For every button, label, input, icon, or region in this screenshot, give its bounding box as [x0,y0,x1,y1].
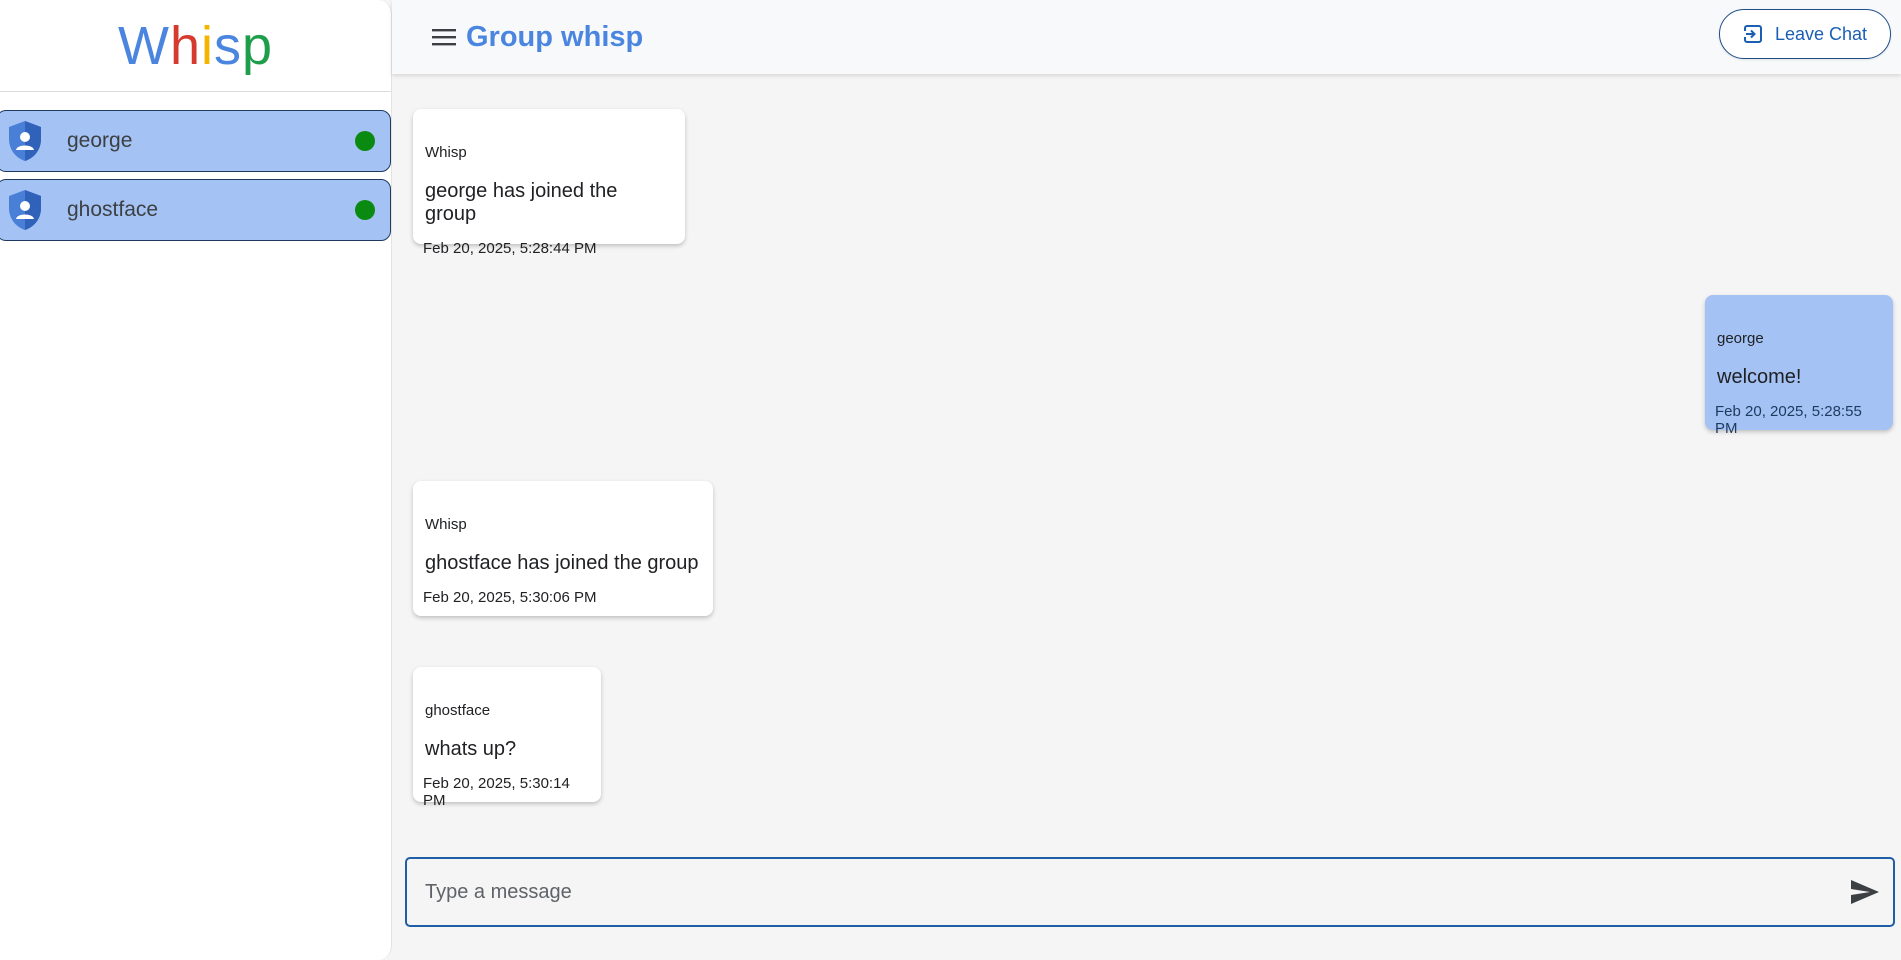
user-name: ghostface [67,198,159,221]
message-sender: ghostface [425,702,491,719]
message-sender: Whisp [425,516,467,533]
logo-letter: i [200,15,214,76]
hamburger-menu-icon [432,29,456,46]
leave-chat-label: Leave Chat [1774,23,1868,44]
app-root: W h i s p george ghostface Group whisp L… [0,0,1901,960]
message-composer [405,857,1895,927]
message-bubble-own: george welcome! Feb 20, 2025, 5:28:55 PM [1705,295,1893,437]
group-title: Group whisp [466,20,644,53]
user-item-george[interactable]: george [0,110,391,172]
message-text: welcome! [1717,366,1802,388]
user-list: george ghostface [0,92,391,241]
exit-icon [1742,25,1762,43]
message-text: george has joined the group [425,180,618,225]
message-timestamp: Feb 20, 2025, 5:30:06 PM [423,589,597,606]
message-timestamp: Feb 20, 2025, 5:28:55 PM [1715,403,1862,437]
message-text: ghostface has joined the group [425,552,699,574]
message-bubble: ghostface whats up? Feb 20, 2025, 5:30:1… [413,667,601,809]
sidebar: W h i s p george ghostface [0,0,392,960]
logo-letter: h [169,15,201,76]
online-status-indicator [355,131,375,151]
menu-button[interactable] [422,15,466,59]
message-bubble: Whisp ghostface has joined the group Feb… [413,481,713,616]
user-name: george [67,129,133,152]
send-button[interactable] [1845,872,1885,912]
message-timestamp: Feb 20, 2025, 5:30:14 PM [423,775,570,809]
shield-user-icon [9,190,41,230]
app-logo: W h i s p [0,0,391,92]
chat-area: Group whisp Leave Chat Whisp george has … [392,0,1901,960]
message-sender: george [1717,330,1764,347]
user-item-ghostface[interactable]: ghostface [0,179,391,241]
send-icon [1851,880,1879,904]
message-list: Whisp george has joined the group Feb 20… [392,74,1901,844]
message-bubble: Whisp george has joined the group Feb 20… [413,109,685,257]
online-status-indicator [355,200,375,220]
message-timestamp: Feb 20, 2025, 5:28:44 PM [423,240,597,257]
leave-chat-button[interactable]: Leave Chat [1719,9,1891,59]
message-text: whats up? [425,738,517,760]
logo-letter: p [241,15,274,76]
shield-user-icon [9,121,41,161]
chat-header: Group whisp Leave Chat [392,0,1901,74]
message-sender: Whisp [425,144,467,161]
logo-letter: s [213,15,242,76]
message-input[interactable] [407,859,1845,925]
logo-letter: W [117,15,170,76]
